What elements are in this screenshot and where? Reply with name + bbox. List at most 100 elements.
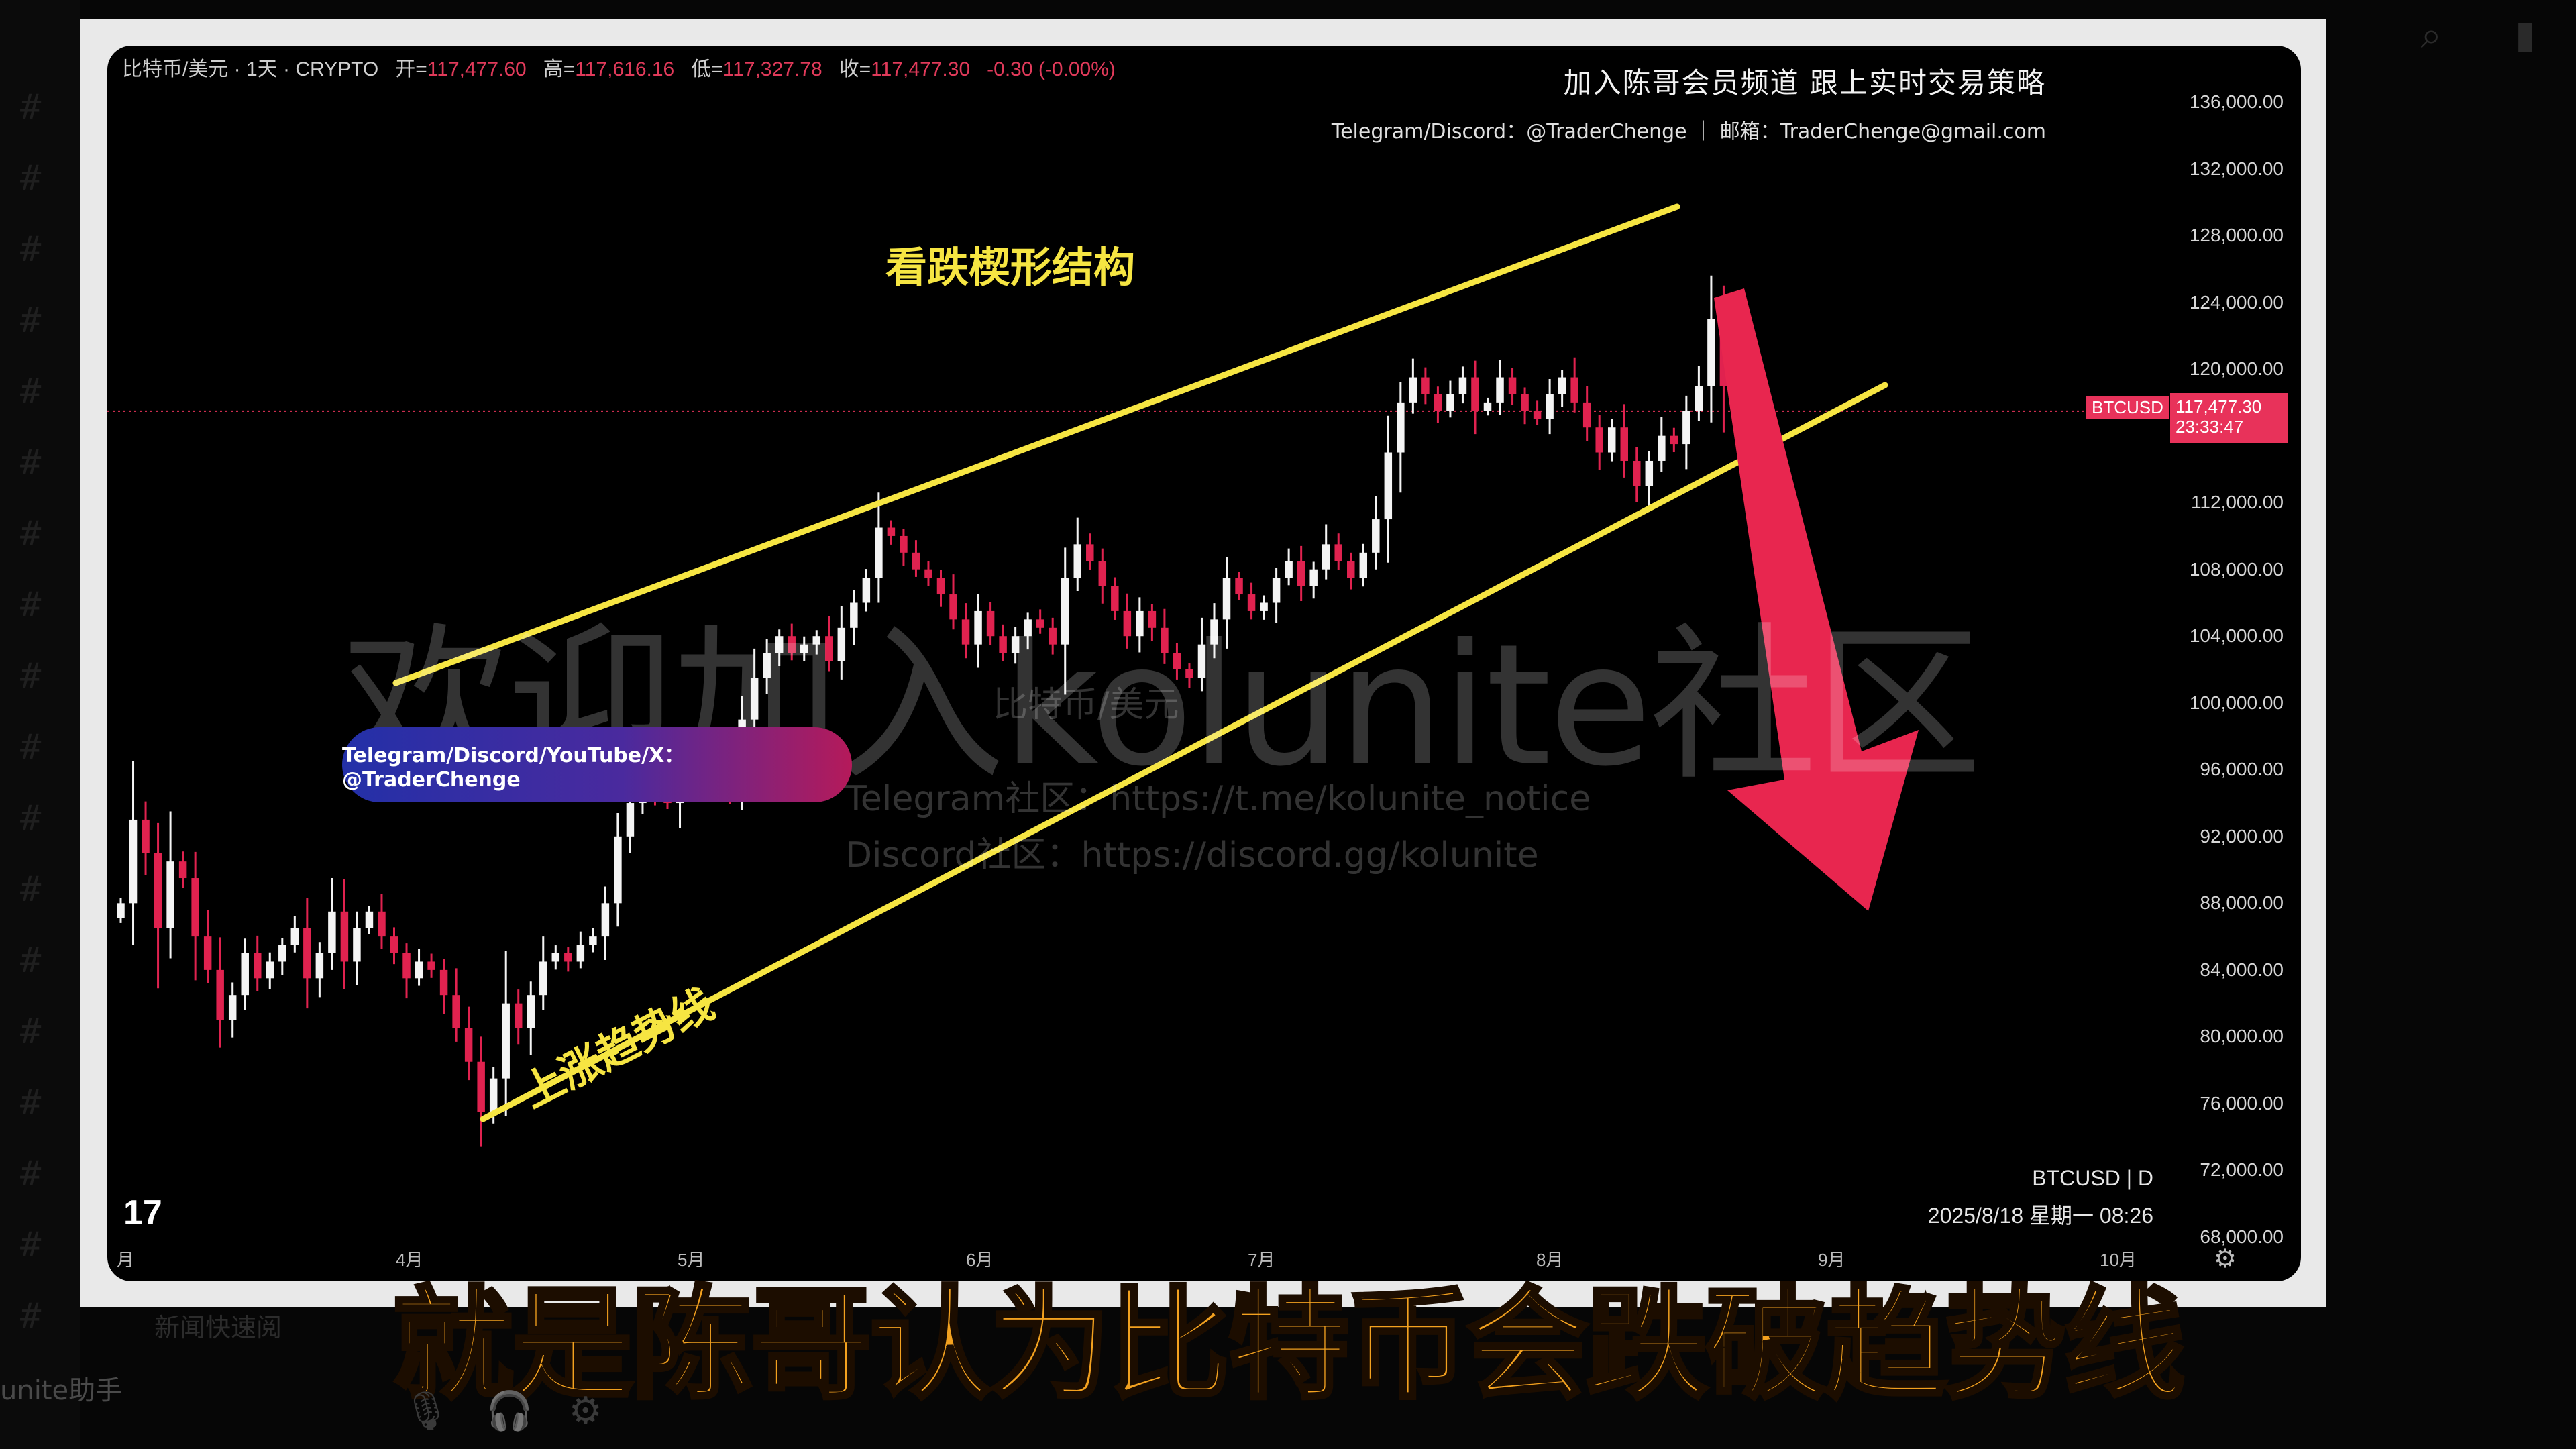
price-axis-tick: 120,000.00 [2189, 358, 2284, 380]
candle [154, 822, 162, 989]
sidebar-channel-icon[interactable]: # [20, 1012, 41, 1052]
price-axis-tick: 112,000.00 [2190, 492, 2284, 513]
price-axis-tick: 104,000.00 [2189, 625, 2284, 647]
headset-icon[interactable]: 🎧 [486, 1389, 533, 1433]
candle [241, 938, 249, 1010]
candle [378, 894, 386, 949]
watermark-discord: Discord社区：https://discord.gg/kolunite [845, 835, 1539, 875]
candle [1384, 415, 1393, 563]
sidebar-channel-icon[interactable]: # [20, 229, 41, 270]
sidebar-channel-icon[interactable]: # [20, 1296, 41, 1336]
sidebar-channel-icon[interactable]: # [20, 87, 41, 127]
candle-body [887, 527, 896, 536]
candle-body [614, 836, 622, 904]
price-axis-tick: 96,000.00 [2200, 759, 2284, 780]
open-label: 开= [395, 58, 427, 80]
candle-body [203, 936, 212, 970]
sidebar-channel-icon[interactable]: # [20, 514, 41, 554]
candle-body [576, 945, 585, 962]
candle-body [290, 928, 299, 945]
sidebar-channel-icon[interactable]: # [20, 798, 41, 839]
candle-body [502, 1003, 510, 1079]
candle [1334, 533, 1342, 570]
sidebar-channel-icon[interactable]: # [20, 1154, 41, 1194]
sidebar-channel-icon[interactable]: # [20, 941, 41, 981]
candle [1607, 419, 1616, 462]
candle-body [539, 961, 547, 996]
candle [1471, 360, 1479, 435]
candle [1595, 415, 1603, 470]
candle [1446, 380, 1454, 418]
symbol-interval: BTCUSD | D [2032, 1166, 2153, 1190]
search-icon[interactable]: ⌕ [2421, 13, 2442, 58]
candle [203, 910, 212, 983]
candle [353, 911, 361, 985]
price-axis-tick: 88,000.00 [2200, 892, 2284, 914]
price-axis-tick: 72,000.00 [2200, 1159, 2284, 1181]
candle-body [1421, 377, 1430, 394]
candle [340, 879, 349, 989]
candle-body [1645, 460, 1654, 486]
candle [1496, 360, 1504, 415]
candle-body [1496, 377, 1504, 402]
candle [1434, 386, 1442, 423]
price-axis-tick: 132,000.00 [2189, 158, 2284, 179]
sidebar-channel-icon[interactable]: # [20, 301, 41, 341]
candle [1620, 404, 1628, 478]
candle-body [1658, 435, 1666, 461]
candle [514, 989, 523, 1045]
candle [439, 959, 448, 1014]
price-axis[interactable]: 136,000.00 132,000.00 128,000.00 124,000.00… [2167, 46, 2301, 1281]
candle [178, 851, 187, 888]
tradingview-logo[interactable]: 17 [123, 1193, 162, 1233]
candle [328, 878, 336, 970]
bookmark-icon[interactable]: ▮ [2515, 13, 2536, 57]
candle [452, 968, 460, 1042]
candle [290, 916, 299, 953]
sidebar-channel-icon[interactable]: # [20, 585, 41, 625]
candle [601, 886, 610, 960]
sidebar-channel-icon[interactable]: # [20, 443, 41, 483]
candle-body [166, 861, 174, 928]
candle [142, 801, 150, 875]
candle-body [1508, 377, 1517, 394]
candle [315, 942, 324, 998]
sidebar-channel-icon[interactable]: # [20, 372, 41, 412]
sidebar-channel-icon[interactable]: # [20, 158, 41, 199]
candle [191, 851, 199, 981]
candle [1707, 275, 1715, 423]
symbol-header: 比特币/美元 · 1天 · CRYPTO 开=117,477.60 高=117,… [122, 52, 1116, 82]
sidebar-channel-icon[interactable]: # [20, 869, 41, 910]
candle-body [1695, 386, 1703, 411]
faded-news-label: 新闻快速阅 [154, 1313, 282, 1342]
price-axis-tick: 108,000.00 [2189, 558, 2284, 580]
candle-body [589, 936, 597, 945]
sidebar-channel-icon[interactable]: # [20, 1083, 41, 1123]
candle [1508, 368, 1517, 405]
candle [1695, 366, 1703, 421]
watermark-telegram: Telegram社区：https://t.me/kolunite_notice [845, 779, 1591, 819]
candle-body [1707, 319, 1715, 386]
price-axis-tick: 136,000.00 [2189, 91, 2284, 112]
microphone-icon[interactable]: 🎙 [402, 1389, 450, 1433]
candle [254, 935, 262, 991]
gear-icon[interactable]: ⚙ [569, 1389, 602, 1433]
sidebar-channel-icon[interactable]: # [20, 1225, 41, 1265]
symbol-price-badge: BTCUSD [2086, 396, 2169, 419]
symbol-title: 比特币/美元 · 1天 · CRYPTO [122, 58, 379, 80]
candle-body [1322, 544, 1330, 570]
candle-body [1607, 427, 1616, 453]
candle [1582, 386, 1591, 441]
candle-body [1384, 452, 1393, 520]
candle [576, 931, 585, 969]
candle [228, 982, 237, 1038]
price-axis-tick: 80,000.00 [2200, 1026, 2284, 1047]
candle [589, 928, 597, 953]
sidebar-channel-icon[interactable]: # [20, 727, 41, 767]
sidebar-channel-icon[interactable]: # [20, 656, 41, 696]
price-axis-tick: 128,000.00 [2189, 225, 2284, 246]
candle [1645, 451, 1654, 506]
candle-body [1633, 460, 1641, 486]
helper-label: unite助手 [0, 1375, 123, 1406]
candle-body [402, 953, 411, 979]
